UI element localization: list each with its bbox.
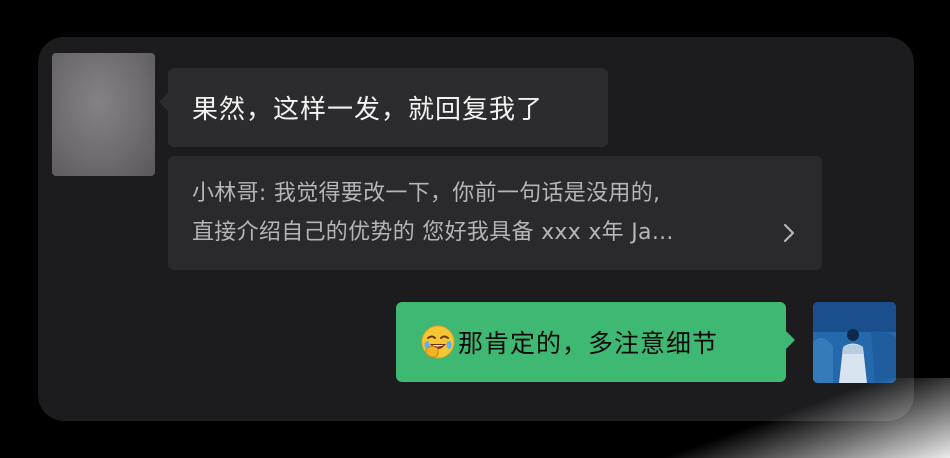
face-palm-laughing-emoji bbox=[421, 325, 455, 359]
quoted-message-line-1: 小林哥: 我觉得要改一下，你前一句话是没用的, bbox=[192, 181, 661, 206]
my-avatar[interactable] bbox=[813, 302, 896, 383]
quoted-message[interactable]: 小林哥: 我觉得要改一下，你前一句话是没用的, 直接介绍自己的优势的 您好我具备… bbox=[168, 156, 822, 270]
chevron-right-icon[interactable] bbox=[782, 222, 796, 244]
outgoing-message-text: 那肯定的，多注意细节 bbox=[458, 329, 719, 358]
incoming-message-text: 果然，这样一发，就回复我了 bbox=[192, 95, 544, 125]
sender-avatar[interactable] bbox=[52, 53, 155, 176]
avatar-photo bbox=[813, 302, 896, 383]
outgoing-message-bubble[interactable]: 那肯定的，多注意细节 bbox=[396, 302, 795, 382]
quoted-message-line-2: 直接介绍自己的优势的 您好我具备 xxx x年 Ja... bbox=[192, 220, 674, 245]
incoming-message-bubble[interactable]: 果然，这样一发，就回复我了 bbox=[159, 68, 608, 147]
